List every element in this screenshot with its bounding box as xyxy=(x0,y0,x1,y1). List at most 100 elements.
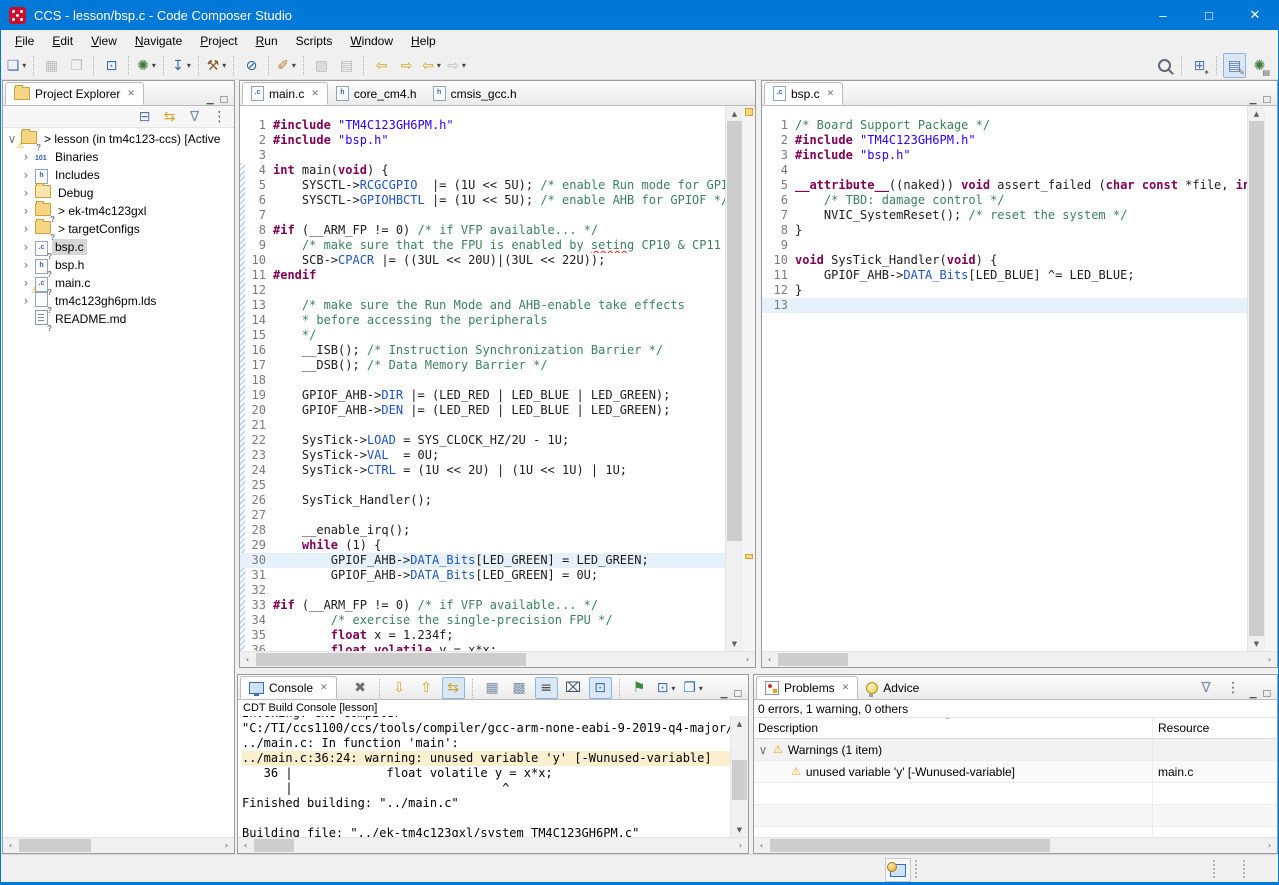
menu-navigate[interactable]: Navigate xyxy=(126,32,191,50)
tree-item[interactable]: ›Debug xyxy=(3,184,234,202)
close-icon[interactable]: ✕ xyxy=(311,88,319,99)
code-line[interactable]: 6 SYSCTL->GPIOHBCTL |= (1U << 5U); /* en… xyxy=(240,193,726,208)
scroll-thumb[interactable] xyxy=(778,653,848,666)
ccs-debug-perspective-button[interactable]: ✺▤ xyxy=(1248,53,1271,78)
tab-main-c[interactable]: .cmain.c✕ xyxy=(242,82,328,105)
minimize-view-button[interactable]: ▁ xyxy=(1250,689,1257,699)
tree-expander-icon[interactable]: › xyxy=(21,276,31,290)
scroll-down-icon[interactable]: ▼ xyxy=(726,636,743,651)
maximize-view-button[interactable]: □ xyxy=(1262,95,1271,105)
close-button[interactable]: ✕ xyxy=(1232,0,1278,30)
code-line[interactable]: 3#include "bsp.h" xyxy=(762,148,1248,163)
tree-item[interactable]: ›101Binaries xyxy=(3,148,234,166)
scroll-thumb[interactable] xyxy=(19,839,91,852)
code-editor-main-c[interactable]: 1#include "TM4C123GH6PM.h"2#include "bsp… xyxy=(240,106,726,651)
scroll-up-icon[interactable]: ▲ xyxy=(1248,106,1265,121)
minimize-view-button[interactable]: ▁ xyxy=(721,689,728,699)
sync-button[interactable]: ▨ xyxy=(310,53,333,78)
scroll-down-icon[interactable]: ▼ xyxy=(731,822,748,837)
tab-problems[interactable]: Problems✕ xyxy=(756,676,858,699)
scroll-left-icon[interactable]: ‹ xyxy=(3,838,18,853)
console-hscrollbar[interactable]: ‹ › xyxy=(238,837,748,853)
code-line[interactable]: 27 xyxy=(240,508,726,523)
editor-vscrollbar[interactable]: ▲ ▼ xyxy=(725,106,743,651)
code-line[interactable]: 8#if (__ARM_FP != 0) /* if VFP available… xyxy=(240,223,726,238)
scroll-right-icon[interactable]: › xyxy=(740,652,755,667)
scroll-right-icon[interactable]: › xyxy=(219,838,234,853)
code-line[interactable]: 33#if (__ARM_FP != 0) /* if VFP availabl… xyxy=(240,598,726,613)
scroll-right-icon[interactable]: › xyxy=(1262,838,1277,853)
tab-console[interactable]: Console ✕ xyxy=(240,676,337,699)
tree-item[interactable]: ?README.md xyxy=(3,310,234,328)
filter-button[interactable]: ∇ xyxy=(183,104,206,129)
link-with-editor-button[interactable]: ⇆ xyxy=(158,104,181,129)
overview-ruler[interactable] xyxy=(743,106,755,651)
tree-expander-icon[interactable]: › xyxy=(21,168,31,182)
scroll-thumb[interactable] xyxy=(727,121,742,541)
maximize-view-button[interactable]: □ xyxy=(733,689,742,699)
scroll-thumb[interactable] xyxy=(256,653,526,666)
tree-item[interactable]: ∨⚠?> lesson (in tm4c123-ccs) [Active xyxy=(3,130,234,148)
code-line[interactable]: 15 */ xyxy=(240,328,726,343)
code-line[interactable]: 34 /* exercise the single-precision FPU … xyxy=(240,613,726,628)
code-line[interactable]: 23 SysTick->VAL = 0U; xyxy=(240,448,726,463)
probe-button[interactable]: ✐▾ xyxy=(275,53,298,78)
code-line[interactable]: 11#endif xyxy=(240,268,726,283)
lock-console-button[interactable]: ▩ xyxy=(508,677,531,699)
code-line[interactable]: 29 while (1) { xyxy=(240,538,726,553)
ccs-edit-perspective-button[interactable]: ▤✎ xyxy=(1223,53,1246,78)
target-console-button[interactable]: ⊡ xyxy=(100,53,123,78)
forward-button[interactable]: ⇨▾ xyxy=(445,53,468,78)
problem-row[interactable]: ⚠unused variable 'y' [-Wunused-variable]… xyxy=(754,761,1277,783)
code-line[interactable]: 6 /* TBD: damage control */ xyxy=(762,193,1248,208)
code-line[interactable]: 10void SysTick_Handler(void) { xyxy=(762,253,1248,268)
tree-item[interactable]: ›?> ek-tm4c123gxl xyxy=(3,202,234,220)
tab-core_cm4-h[interactable]: hcore_cm4.h xyxy=(328,82,425,105)
minimize-view-button[interactable]: ▁ xyxy=(1250,95,1257,105)
menu-edit[interactable]: Edit xyxy=(43,32,82,50)
last-edit-forward-button[interactable]: ⇨ xyxy=(395,53,418,78)
code-line[interactable]: 24 SysTick->CTRL = (1U << 2U) | (1U << 1… xyxy=(240,463,726,478)
code-line[interactable]: 9 xyxy=(762,238,1248,253)
code-line[interactable]: 30 GPIOF_AHB->DATA_Bits[LED_GREEN] = LED… xyxy=(240,553,726,568)
code-line[interactable]: 20 GPIOF_AHB->DEN |= (LED_RED | LED_BLUE… xyxy=(240,403,726,418)
code-line[interactable]: 19 GPIOF_AHB->DIR |= (LED_RED | LED_BLUE… xyxy=(240,388,726,403)
overview-occurrence-marker[interactable] xyxy=(745,554,753,559)
code-line[interactable]: 22 SysTick->LOAD = SYS_CLOCK_HZ/2U - 1U; xyxy=(240,433,726,448)
tab-advice[interactable]: Advice xyxy=(858,676,927,699)
code-line[interactable]: 28 __enable_irq(); xyxy=(240,523,726,538)
scroll-thumb[interactable] xyxy=(1249,121,1264,636)
flash-button[interactable]: ↧▾ xyxy=(170,53,193,78)
maximize-view-button[interactable]: □ xyxy=(1262,689,1271,699)
scroll-up-icon[interactable]: ▲ xyxy=(731,716,748,731)
scroll-right-icon[interactable]: › xyxy=(733,838,748,853)
display-selected-button[interactable]: ⊡ xyxy=(589,677,612,699)
menu-run[interactable]: Run xyxy=(247,32,287,50)
code-line[interactable]: 13 /* make sure the Run Mode and AHB-ena… xyxy=(240,298,726,313)
save-button[interactable]: ▦ xyxy=(40,53,63,78)
code-line[interactable]: 18 xyxy=(240,373,726,388)
code-line[interactable]: 13 xyxy=(762,298,1248,313)
build-button[interactable]: ⚒▾ xyxy=(205,53,228,78)
scroll-thumb[interactable] xyxy=(732,760,747,800)
console-vscrollbar[interactable]: ▲ ▼ xyxy=(730,716,748,837)
previous-error-button[interactable]: ⇧ xyxy=(415,677,438,699)
last-edit-back-button[interactable]: ⇦ xyxy=(370,53,393,78)
code-line[interactable]: 31 GPIOF_AHB->DATA_Bits[LED_GREEN] = 0U; xyxy=(240,568,726,583)
search-button[interactable] xyxy=(1153,53,1176,78)
explorer-hscrollbar[interactable]: ‹ › xyxy=(3,837,234,853)
back-button[interactable]: ⇦▾ xyxy=(420,53,443,78)
code-line[interactable]: 12} xyxy=(762,283,1248,298)
code-line[interactable]: 12 xyxy=(240,283,726,298)
collapse-all-button[interactable]: ⊟ xyxy=(133,104,156,129)
editor-hscrollbar[interactable]: ‹ › xyxy=(762,651,1277,667)
open-console-button[interactable]: ❐▾ xyxy=(682,677,705,699)
menu-scripts[interactable]: Scripts xyxy=(287,32,342,50)
code-line[interactable]: 35 float x = 1.234f; xyxy=(240,628,726,643)
code-editor-bsp-c[interactable]: 1/* Board Support Package */2#include "T… xyxy=(762,106,1248,651)
code-line[interactable]: 21 xyxy=(240,418,726,433)
show-view-button[interactable]: ▤ xyxy=(335,53,358,78)
show-error-in-editor-button[interactable]: ⇆ xyxy=(442,677,465,699)
scroll-up-icon[interactable]: ▲ xyxy=(726,106,743,121)
display-console-button[interactable]: ⊡▾ xyxy=(655,677,678,699)
